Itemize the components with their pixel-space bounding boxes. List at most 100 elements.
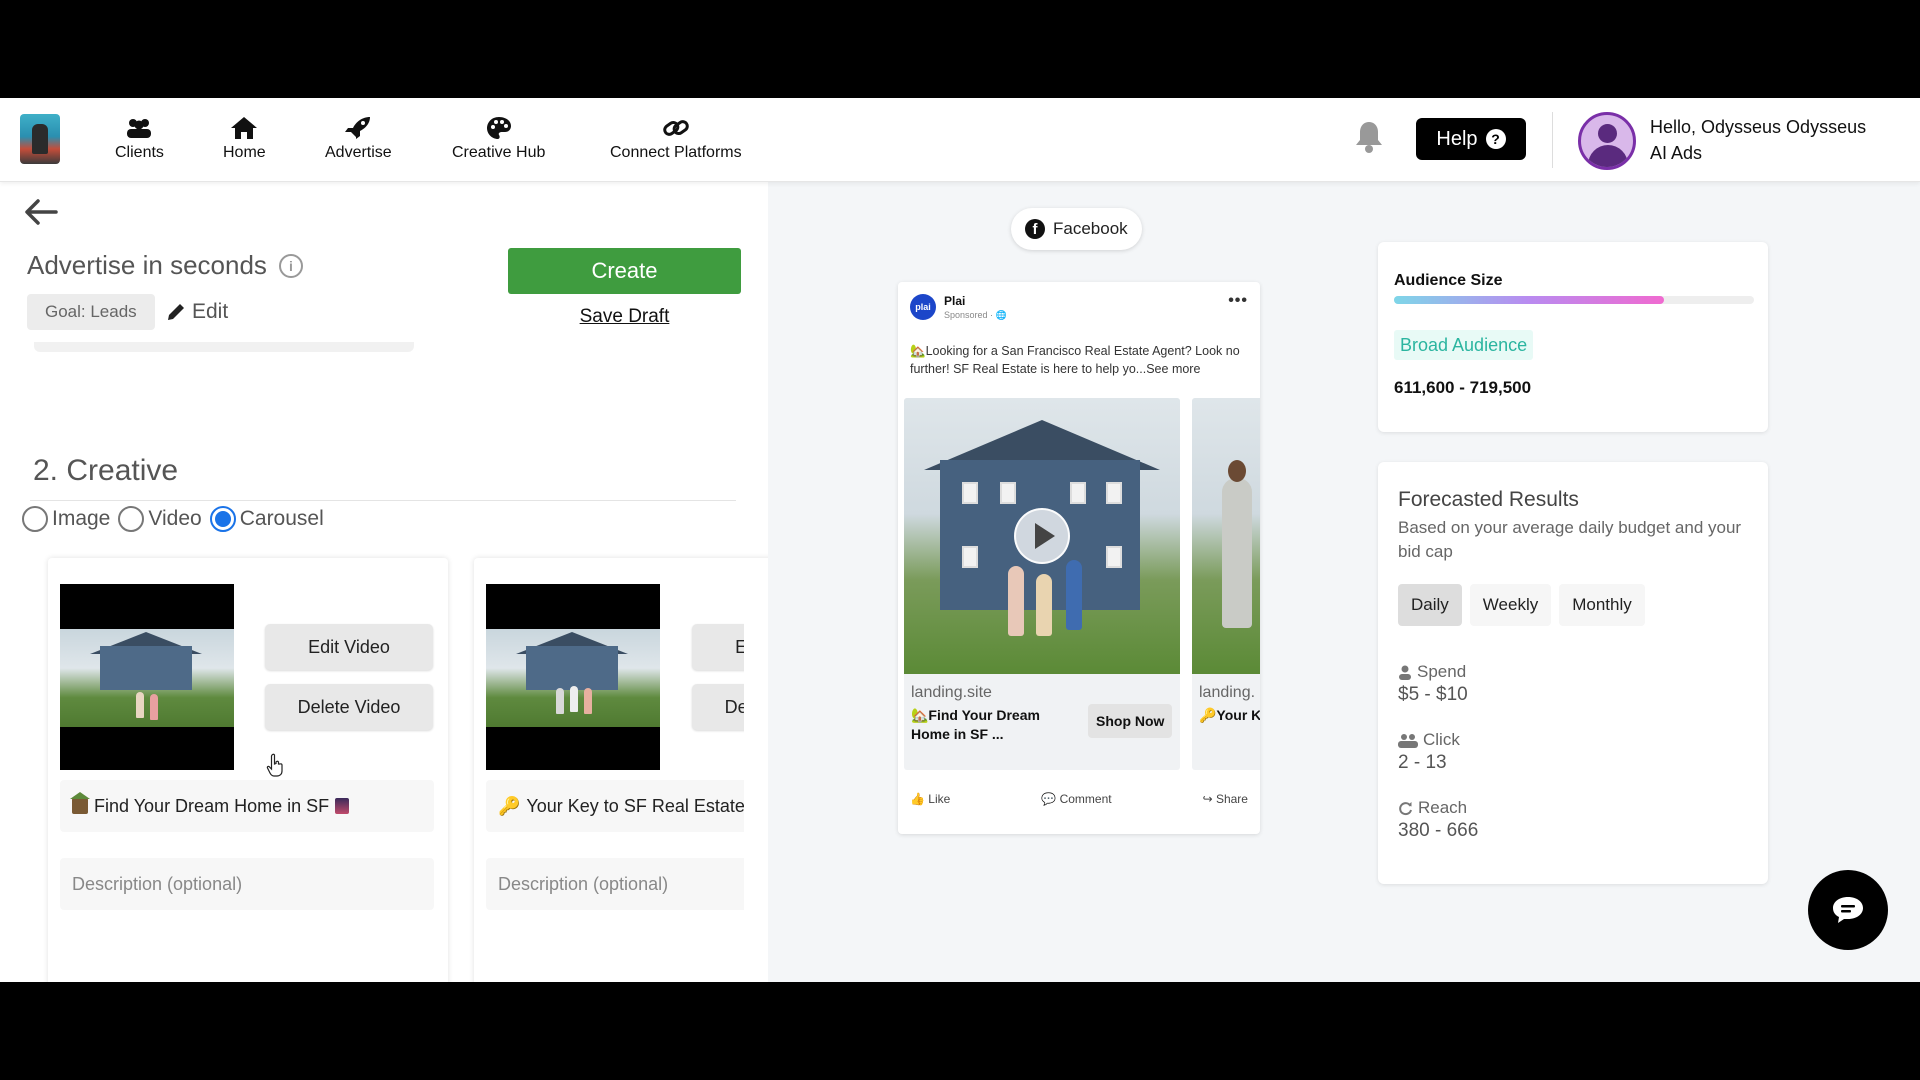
chat-button[interactable] <box>1808 870 1888 950</box>
palette-icon <box>486 117 511 139</box>
radio-video-circle[interactable] <box>118 506 145 532</box>
facebook-icon: f <box>1025 219 1045 239</box>
delete-video-button-2[interactable]: Delete Video <box>692 684 744 730</box>
pencil-icon <box>168 304 184 320</box>
more-options-icon[interactable]: ••• <box>1228 292 1248 310</box>
info-icon[interactable]: i <box>278 253 303 278</box>
slide-headline-1: 🏡Find Your Dream Home in SF ... <box>911 707 1040 742</box>
creative-type-radio-group: Image Video Carousel <box>22 506 332 532</box>
ad-primary-text: 🏡Looking for a San Francisco Real Estate… <box>910 344 1240 376</box>
tab-monthly[interactable]: Monthly <box>1559 584 1645 626</box>
play-icon[interactable] <box>1014 508 1070 564</box>
edit-goal-button[interactable]: Edit <box>166 294 228 330</box>
nav-advertise[interactable]: Advertise <box>325 116 392 162</box>
delete-video-button-1[interactable]: Delete Video <box>265 684 433 730</box>
tab-daily[interactable]: Daily <box>1398 584 1462 626</box>
avatar[interactable] <box>1578 112 1636 170</box>
audience-size-panel: Audience Size Broad Audience 611,600 - 7… <box>1378 242 1768 432</box>
edit-video-button-2[interactable]: Edit Video <box>692 624 744 670</box>
headline-input-2[interactable]: 🔑 Your Key to SF Real Estate <box>486 780 744 832</box>
nav-advertise-label: Advertise <box>325 144 392 161</box>
nav-creative-hub-label: Creative Hub <box>452 144 546 161</box>
comment-button[interactable]: 💬 Comment <box>1041 792 1111 806</box>
nav-home[interactable]: Home <box>223 116 266 162</box>
home-icon <box>231 117 258 139</box>
share-label: Share <box>1215 792 1248 806</box>
user-info[interactable]: Hello, Odysseus Odysseus AI Ads <box>1650 114 1866 166</box>
nav-clients[interactable]: Clients <box>115 116 164 162</box>
like-label: Like <box>928 792 951 806</box>
audience-size-bar <box>1394 296 1754 304</box>
metric-spend-label: Spend <box>1398 662 1466 682</box>
carousel-slide-1[interactable]: landing.site 🏡Find Your Dream Home in SF… <box>904 398 1180 770</box>
hand-cursor-icon <box>266 753 283 777</box>
nav-divider <box>1552 112 1553 168</box>
radio-carousel-circle[interactable] <box>209 506 236 532</box>
metric-reach-label-text: Reach <box>1418 798 1468 817</box>
audience-breadth-badge: Broad Audience <box>1394 330 1534 360</box>
users-icon <box>127 119 152 138</box>
page-logo: plai <box>910 294 936 320</box>
app-window: Clients Home Advertise Creative Hub Conn… <box>0 98 1920 982</box>
slide-domain-1: landing.site <box>911 684 992 701</box>
radio-image[interactable]: Image <box>22 506 110 532</box>
nav-connect-platforms-label: Connect Platforms <box>610 144 742 161</box>
radio-image-circle[interactable] <box>22 506 48 532</box>
help-button-label: Help <box>1436 127 1478 150</box>
tab-weekly[interactable]: Weekly <box>1469 584 1552 626</box>
headline-input-1[interactable]: Find Your Dream Home in SF <box>60 780 434 832</box>
headline-text-1: Find Your Dream Home in SF <box>94 795 330 816</box>
radio-carousel-label: Carousel <box>239 507 324 530</box>
platform-selector[interactable]: f Facebook <box>1011 208 1142 250</box>
save-draft-link[interactable]: Save Draft <box>508 306 741 328</box>
description-input-2[interactable]: Description (optional) <box>486 858 744 910</box>
like-button[interactable]: 👍 Like <box>910 792 950 806</box>
nav-clients-label: Clients <box>115 144 164 161</box>
metric-reach-label: Reach <box>1398 798 1467 818</box>
platform-label: Facebook <box>1053 219 1128 238</box>
description-input-1[interactable]: Description (optional) <box>60 858 434 910</box>
radio-video[interactable]: Video <box>118 506 202 532</box>
house-emoji-icon <box>70 792 90 814</box>
audience-size-range: 611,600 - 719,500 <box>1394 378 1532 397</box>
key-emoji-icon: 🔑 <box>498 795 521 816</box>
share-button[interactable]: ↪ Share <box>1203 792 1248 806</box>
bell-icon[interactable] <box>1354 120 1384 154</box>
back-arrow-icon[interactable] <box>24 198 58 226</box>
rocket-icon <box>345 117 371 139</box>
edit-video-button-1[interactable]: Edit Video <box>265 624 433 670</box>
creative-section-title: 2. Creative <box>33 454 179 487</box>
metric-spend-value: $5 - $10 <box>1398 684 1468 705</box>
user-org: AI Ads <box>1650 143 1703 163</box>
nav-home-label: Home <box>223 144 266 161</box>
comment-label: Comment <box>1059 792 1112 806</box>
collapsed-section-edge <box>34 342 414 352</box>
audience-size-title: Audience Size <box>1394 272 1503 289</box>
forecast-panel: Forecasted Results Based on your average… <box>1378 462 1768 884</box>
carousel-slide-2[interactable]: landing. 🔑Your Key to SF Real Estat <box>1192 398 1260 770</box>
forecast-period-tabs: Daily Weekly Monthly <box>1398 584 1645 626</box>
headline-text-2: Your Key to SF Real Estate <box>526 795 744 816</box>
forecast-subtitle: Based on your average daily budget and y… <box>1398 518 1742 561</box>
metric-click-value: 2 - 13 <box>1398 752 1447 773</box>
brand-logo[interactable] <box>20 114 60 164</box>
audience-size-fill <box>1394 296 1664 304</box>
group-icon <box>1398 733 1418 748</box>
video-thumbnail-1[interactable] <box>60 584 234 770</box>
link-icon <box>663 120 689 136</box>
forecast-title: Forecasted Results <box>1398 488 1579 511</box>
shop-now-button[interactable]: Shop Now <box>1088 704 1173 738</box>
radio-video-label: Video <box>148 507 202 530</box>
help-button[interactable]: Help ? <box>1416 118 1526 160</box>
refresh-icon <box>1399 801 1412 815</box>
metric-click-label-text: Click <box>1423 730 1460 749</box>
nav-creative-hub[interactable]: Creative Hub <box>452 116 545 162</box>
top-nav: Clients Home Advertise Creative Hub Conn… <box>0 98 1920 182</box>
create-button[interactable]: Create <box>508 248 741 294</box>
city-emoji-icon <box>335 798 350 814</box>
radio-carousel[interactable]: Carousel <box>209 506 324 532</box>
slide-image-1 <box>904 398 1180 674</box>
nav-connect-platforms[interactable]: Connect Platforms <box>610 116 742 162</box>
ad-preview: plai Plai Sponsored · 🌐 ••• 🏡Looking for… <box>898 282 1260 834</box>
video-thumbnail-2[interactable] <box>486 584 660 770</box>
